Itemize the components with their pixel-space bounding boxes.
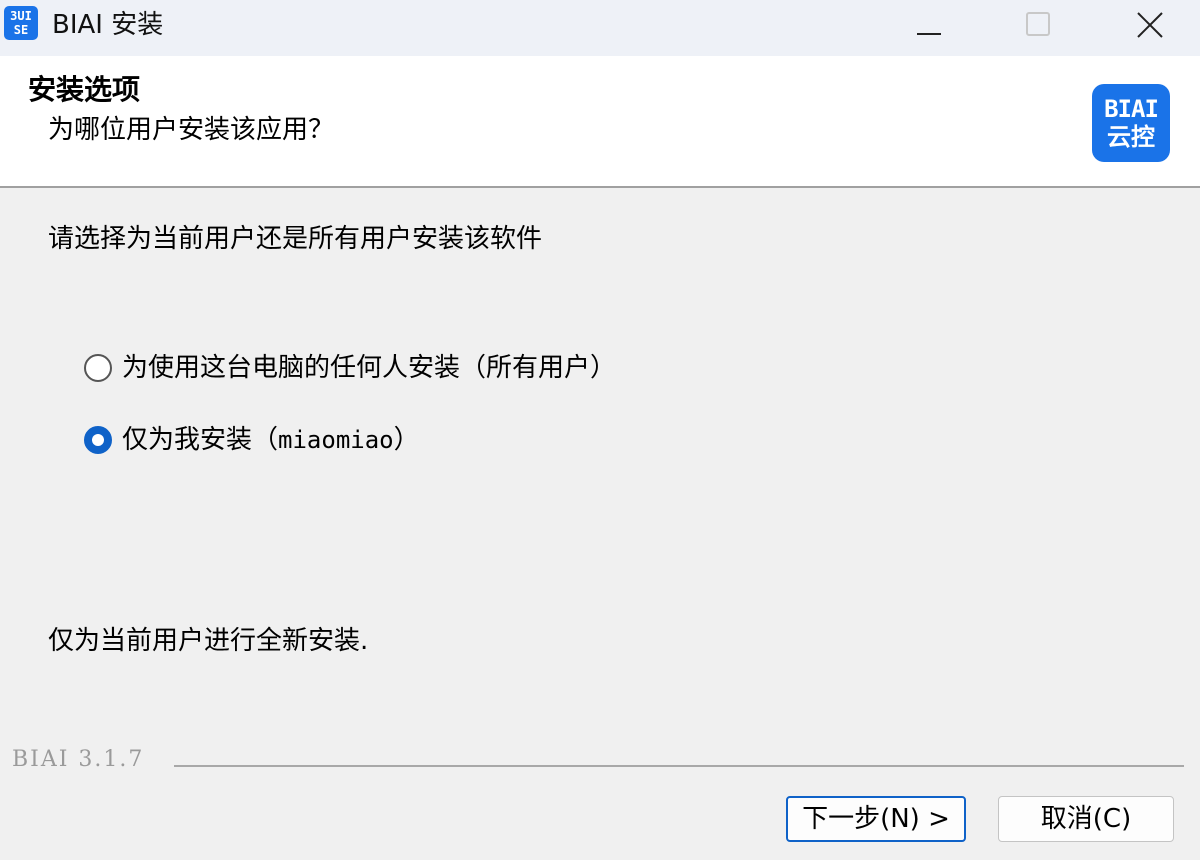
app-icon: 3UI SE xyxy=(4,6,38,40)
radio-all-users[interactable] xyxy=(84,354,112,382)
install-prompt: 请选择为当前用户还是所有用户安装该软件 xyxy=(48,224,543,254)
brand-logo: BIAI 云控 xyxy=(1092,84,1170,162)
maximize-button[interactable] xyxy=(1000,0,1076,50)
page-header: 安装选项 为哪位用户安装该应用？ BIAI 云控 xyxy=(0,56,1200,188)
option-current-user-label-end: ） xyxy=(393,425,420,455)
close-button[interactable] xyxy=(1112,0,1188,50)
option-current-user-name: miaomiao xyxy=(278,426,394,454)
page-subtitle: 为哪位用户安装该应用？ xyxy=(48,115,335,145)
cancel-button[interactable]: 取消(C) xyxy=(998,796,1174,842)
option-current-user-label-text: 仅为我安装（ xyxy=(122,425,279,455)
title-bar: 3UI SE BIAI 安装 xyxy=(0,0,1200,56)
page-title: 安装选项 xyxy=(28,73,141,106)
version-label: BIAI 3.1.7 xyxy=(12,747,145,772)
logo-text-bottom: 云控 xyxy=(1107,123,1155,151)
option-description: 仅为当前用户进行全新安装. xyxy=(48,626,369,656)
option-current-user-label[interactable]: 仅为我安装（miaomiao） xyxy=(122,422,420,458)
close-icon xyxy=(1137,12,1163,38)
app-icon-text: 3UI SE xyxy=(10,9,32,37)
minimize-icon xyxy=(917,33,941,35)
option-current-user[interactable]: 仅为我安装（miaomiao） xyxy=(84,422,420,458)
next-button[interactable]: 下一步(N) > xyxy=(786,796,966,842)
window-title: BIAI 安装 xyxy=(52,10,164,40)
minimize-button[interactable] xyxy=(890,0,966,50)
option-all-users[interactable]: 为使用这台电脑的任何人安装（所有用户） xyxy=(84,350,616,386)
logo-text-top: BIAI xyxy=(1104,95,1159,123)
maximize-icon xyxy=(1026,12,1050,36)
option-all-users-label[interactable]: 为使用这台电脑的任何人安装（所有用户） xyxy=(122,350,616,386)
footer-divider xyxy=(174,765,1184,767)
radio-current-user[interactable] xyxy=(84,426,112,454)
